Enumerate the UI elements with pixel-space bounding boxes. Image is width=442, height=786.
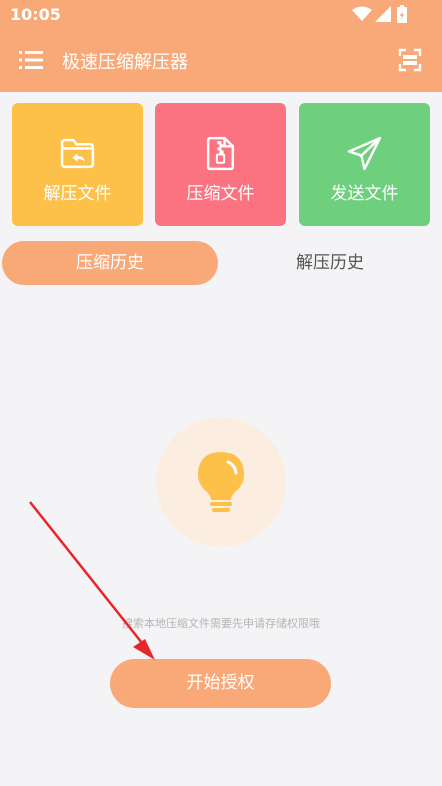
top-bar: 10:05 极速压缩解压器 (0, 0, 442, 92)
unzip-file-card[interactable]: 解压文件 (12, 103, 143, 226)
start-authorization-button[interactable]: 开始授权 (110, 659, 331, 708)
tab-unzip-history[interactable]: 解压历史 (222, 241, 438, 285)
unzip-file-label: 解压文件 (43, 184, 112, 204)
wifi-icon (352, 6, 372, 21)
folder-undo-icon (60, 138, 95, 169)
paper-plane-icon (347, 136, 382, 171)
menu-icon[interactable] (19, 50, 43, 70)
zip-file-icon (206, 136, 235, 171)
status-time: 10:05 (10, 5, 61, 24)
zip-file-label: 压缩文件 (186, 184, 255, 204)
app-title: 极速压缩解压器 (62, 52, 188, 73)
empty-state-illustration (156, 417, 286, 547)
send-file-label: 发送文件 (330, 184, 399, 204)
scan-icon[interactable] (398, 48, 422, 72)
zip-file-card[interactable]: 压缩文件 (155, 103, 286, 226)
signal-icon (375, 6, 391, 22)
permission-hint: 搜索本地压缩文件需要先申请存储权限哦 (122, 617, 320, 630)
battery-icon (397, 5, 407, 23)
status-bar: 10:05 (0, 0, 442, 30)
tab-zip-history[interactable]: 压缩历史 (2, 241, 218, 285)
lightbulb-icon (197, 452, 245, 512)
send-file-card[interactable]: 发送文件 (299, 103, 430, 226)
